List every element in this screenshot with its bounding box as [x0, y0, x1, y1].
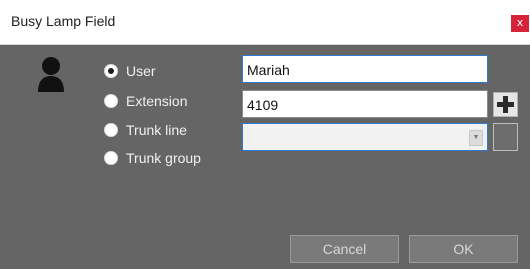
user-icon [38, 57, 64, 92]
radio-trunk-line-button[interactable] [104, 123, 118, 137]
chevron-down-icon[interactable]: ▼ [469, 130, 483, 146]
radio-trunk-group-button[interactable] [104, 151, 118, 165]
radio-user-button[interactable] [104, 64, 118, 78]
radio-user[interactable]: User [104, 62, 156, 80]
window-title: Busy Lamp Field [11, 13, 116, 29]
radio-trunk-group-label: Trunk group [126, 150, 201, 166]
close-button[interactable]: x [511, 15, 529, 32]
close-icon: x [516, 16, 524, 29]
radio-extension[interactable]: Extension [104, 92, 187, 110]
cancel-button[interactable]: Cancel [290, 235, 399, 263]
radio-extension-label: Extension [126, 93, 188, 109]
trunk-combo[interactable]: ▼ [242, 123, 488, 151]
title-bar: Busy Lamp Field x [0, 0, 530, 45]
blank-button[interactable] [493, 123, 518, 151]
radio-trunk-line-label: Trunk line [126, 122, 187, 138]
number-input[interactable]: 4109 [242, 90, 488, 118]
add-button[interactable] [493, 92, 518, 117]
plus-icon [497, 96, 514, 113]
radio-trunk-group[interactable]: Trunk group [104, 149, 201, 167]
name-input[interactable]: Mariah [242, 55, 488, 83]
radio-trunk-line[interactable]: Trunk line [104, 121, 187, 139]
radio-extension-button[interactable] [104, 94, 118, 108]
ok-button[interactable]: OK [409, 235, 518, 263]
radio-user-label: User [126, 63, 156, 79]
busy-lamp-field-dialog: Busy Lamp Field x User Extension Trunk l… [0, 0, 530, 269]
